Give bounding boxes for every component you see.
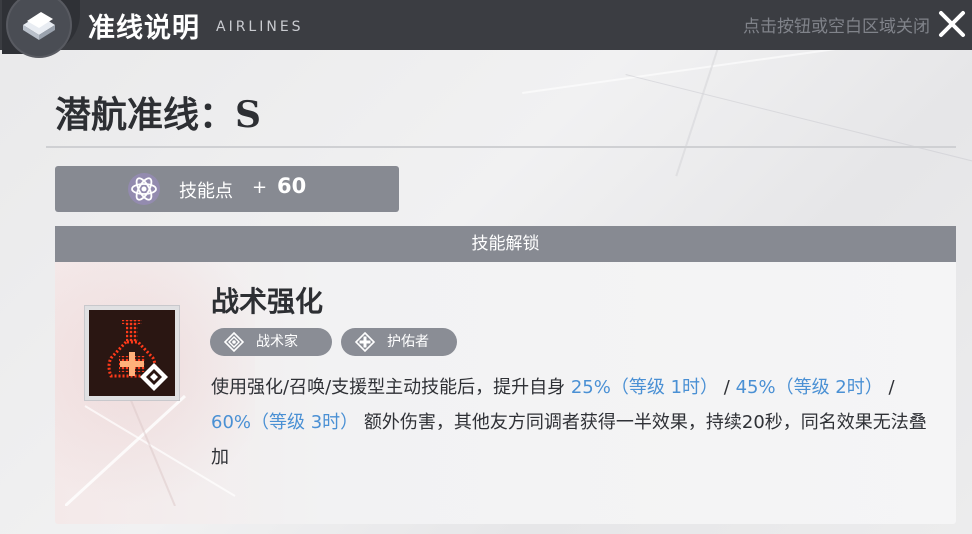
diamond-icon [140, 363, 168, 391]
divider [46, 146, 956, 148]
level-3-value: 60%（等级 3时） [211, 412, 359, 433]
skill-unlock-panel: 技能解锁 战术强化 战术家 护佑者 使用强化/召唤/支援型主动技能后，提升自身 … [55, 226, 956, 524]
cross-emblem-icon [355, 332, 375, 352]
window-title: 准线说明 [88, 13, 200, 44]
separator: / [882, 377, 895, 398]
skill-unlock-header: 技能解锁 [55, 226, 956, 262]
background-streak [625, 74, 972, 167]
level-1-value: 25%（等级 1时） [570, 377, 719, 398]
skill-description: 使用强化/召唤/支援型主动技能后，提升自身 25%（等级 1时） / 45%（等… [211, 370, 931, 475]
tag-protector: 护佑者 [341, 328, 457, 356]
skill-points-value: 60 [277, 174, 307, 198]
skill-points-label: 技能点 [179, 181, 233, 202]
skill-points-plus: + [252, 177, 268, 198]
description-text: 使用强化/召唤/支援型主动技能后，提升自身 [211, 377, 571, 398]
window-subtitle: AIRLINES [216, 19, 304, 35]
atom-icon [128, 173, 160, 205]
logo [6, 0, 72, 58]
tag-tactician: 战术家 [210, 328, 332, 356]
page-title: 潜航准线：S [55, 94, 261, 136]
close-hint: 点击按钮或空白区域关闭 [743, 17, 930, 37]
skill-icon [85, 306, 179, 400]
skill-name: 战术强化 [211, 285, 324, 318]
level-2-value: 45%（等级 2时） [735, 377, 883, 398]
skill-points-badge: 技能点 + 60 [55, 166, 399, 212]
top-bar: 准线说明 AIRLINES 点击按钮或空白区域关闭 [0, 0, 972, 58]
close-button[interactable] [936, 8, 968, 40]
diamond-emblem-icon [224, 332, 244, 352]
tag-label: 战术家 [256, 334, 298, 350]
close-icon [939, 11, 965, 37]
separator: / [718, 377, 736, 398]
tag-label: 护佑者 [387, 334, 429, 350]
book-stack-icon [23, 12, 55, 40]
